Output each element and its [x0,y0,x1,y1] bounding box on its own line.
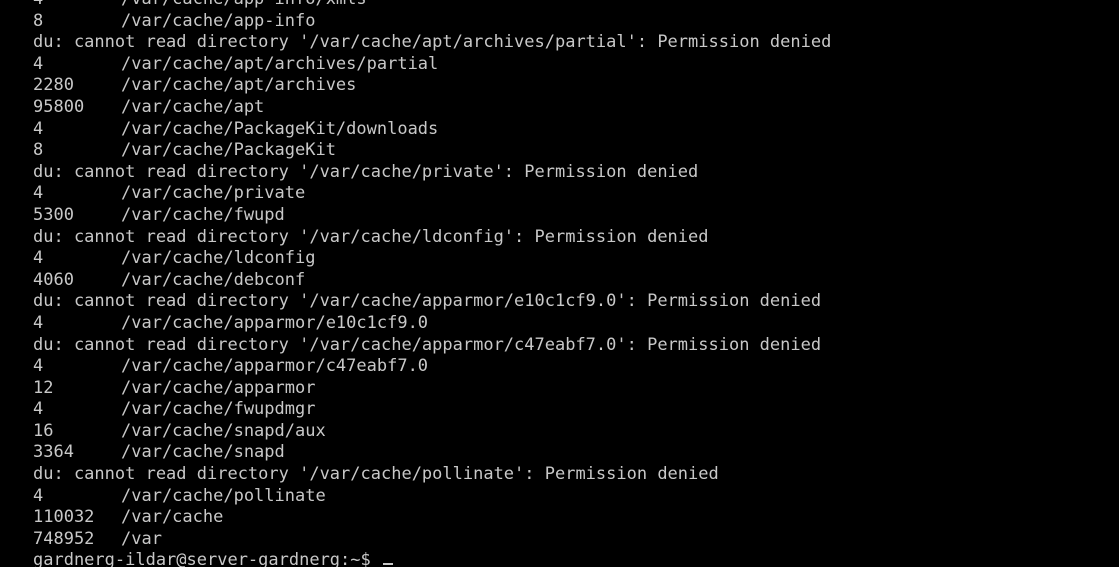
du-path: /var/cache/app-info [121,10,316,31]
terminal-du-line: 8/var/cache/app-info [33,11,831,33]
du-path: /var/cache/apt [121,96,265,117]
text-cursor [383,563,393,566]
du-size: 4 [33,485,44,506]
du-size: 4 [33,312,44,333]
terminal-error-line: du: cannot read directory '/var/cache/ld… [33,227,831,249]
terminal-output: 4/var/cache/app-info/xmls8/var/cache/app… [33,0,831,567]
du-path: /var [121,528,162,549]
du-path: /var/cache/debconf [121,269,306,290]
du-size: 748952 [33,528,95,549]
du-path: /var/cache [121,507,224,528]
du-path: /var/cache/pollinate [121,485,326,506]
du-size: 2280 [33,75,74,96]
terminal-error-line: du: cannot read directory '/var/cache/ap… [33,291,831,313]
terminal-du-line: 4/var/cache/private [33,183,831,205]
du-size: 12 [33,377,54,398]
du-path: /var/cache/app-info/xmls [121,0,367,9]
du-size: 16 [33,420,54,441]
terminal-du-line: 4/var/cache/app-info/xmls [33,0,831,11]
terminal-du-line: 16/var/cache/snapd/aux [33,421,831,443]
du-path: /var/cache/fwupdmgr [121,399,316,420]
terminal-error-line: du: cannot read directory '/var/cache/pr… [33,162,831,184]
terminal-du-line: 12/var/cache/apparmor [33,378,831,400]
du-path: /var/cache/ldconfig [121,248,316,269]
du-size: 4 [33,183,44,204]
error-text: du: cannot read directory '/var/cache/po… [33,464,719,485]
shell-prompt-line[interactable]: gardnerg-ildar@server-gardnerg:~$ [33,550,831,567]
terminal-du-line: 3364/var/cache/snapd [33,442,831,464]
du-size: 4 [33,399,44,420]
du-size: 4 [33,356,44,377]
du-size: 110032 [33,507,95,528]
du-size: 95800 [33,96,85,117]
terminal-du-line: 4/var/cache/pollinate [33,486,831,508]
terminal-du-line: 2280/var/cache/apt/archives [33,75,831,97]
du-path: /var/cache/apt/archives [121,75,357,96]
du-path: /var/cache/apparmor [121,377,316,398]
du-path: /var/cache/fwupd [121,204,285,225]
terminal-du-line: 4/var/cache/apt/archives/partial [33,54,831,76]
terminal-du-line: 5300/var/cache/fwupd [33,205,831,227]
terminal-du-line: 95800/var/cache/apt [33,97,831,119]
error-text: du: cannot read directory '/var/cache/ap… [33,334,822,355]
terminal-du-line: 8/var/cache/PackageKit [33,140,831,162]
du-size: 4 [33,248,44,269]
terminal-error-line: du: cannot read directory '/var/cache/ap… [33,335,831,357]
terminal-du-line: 4/var/cache/apparmor/e10c1cf9.0 [33,313,831,335]
du-size: 4060 [33,269,74,290]
du-path: /var/cache/PackageKit/downloads [121,118,439,139]
error-text: du: cannot read directory '/var/cache/ap… [33,32,832,53]
terminal-error-line: du: cannot read directory '/var/cache/ap… [33,32,831,54]
terminal-du-line: 4/var/cache/PackageKit/downloads [33,119,831,141]
du-size: 4 [33,0,121,11]
terminal-du-line: 4/var/cache/apparmor/c47eabf7.0 [33,356,831,378]
terminal-window[interactable]: 4/var/cache/app-info/xmls8/var/cache/app… [0,0,1119,567]
terminal-du-line: 4060/var/cache/debconf [33,270,831,292]
shell-prompt: gardnerg-ildar@server-gardnerg:~$ [33,550,381,567]
terminal-du-line: 4/var/cache/ldconfig [33,248,831,270]
du-path: /var/cache/snapd/aux [121,420,326,441]
terminal-du-line: 4/var/cache/fwupdmgr [33,399,831,421]
du-path: /var/cache/apt/archives/partial [121,53,439,74]
du-size: 5300 [33,204,74,225]
du-path: /var/cache/snapd [121,442,285,463]
terminal-du-line: 110032/var/cache [33,507,831,529]
du-path: /var/cache/PackageKit [121,140,336,161]
du-path: /var/cache/apparmor/c47eabf7.0 [121,356,429,377]
error-text: du: cannot read directory '/var/cache/pr… [33,161,699,182]
error-text: du: cannot read directory '/var/cache/ld… [33,226,709,247]
terminal-du-line: 748952/var [33,529,831,551]
du-size: 4 [33,53,44,74]
du-size: 4 [33,118,44,139]
du-size: 8 [33,140,44,161]
du-size: 8 [33,10,44,31]
du-size: 3364 [33,442,74,463]
du-path: /var/cache/apparmor/e10c1cf9.0 [121,312,429,333]
du-path: /var/cache/private [121,183,306,204]
terminal-error-line: du: cannot read directory '/var/cache/po… [33,464,831,486]
error-text: du: cannot read directory '/var/cache/ap… [33,291,822,312]
